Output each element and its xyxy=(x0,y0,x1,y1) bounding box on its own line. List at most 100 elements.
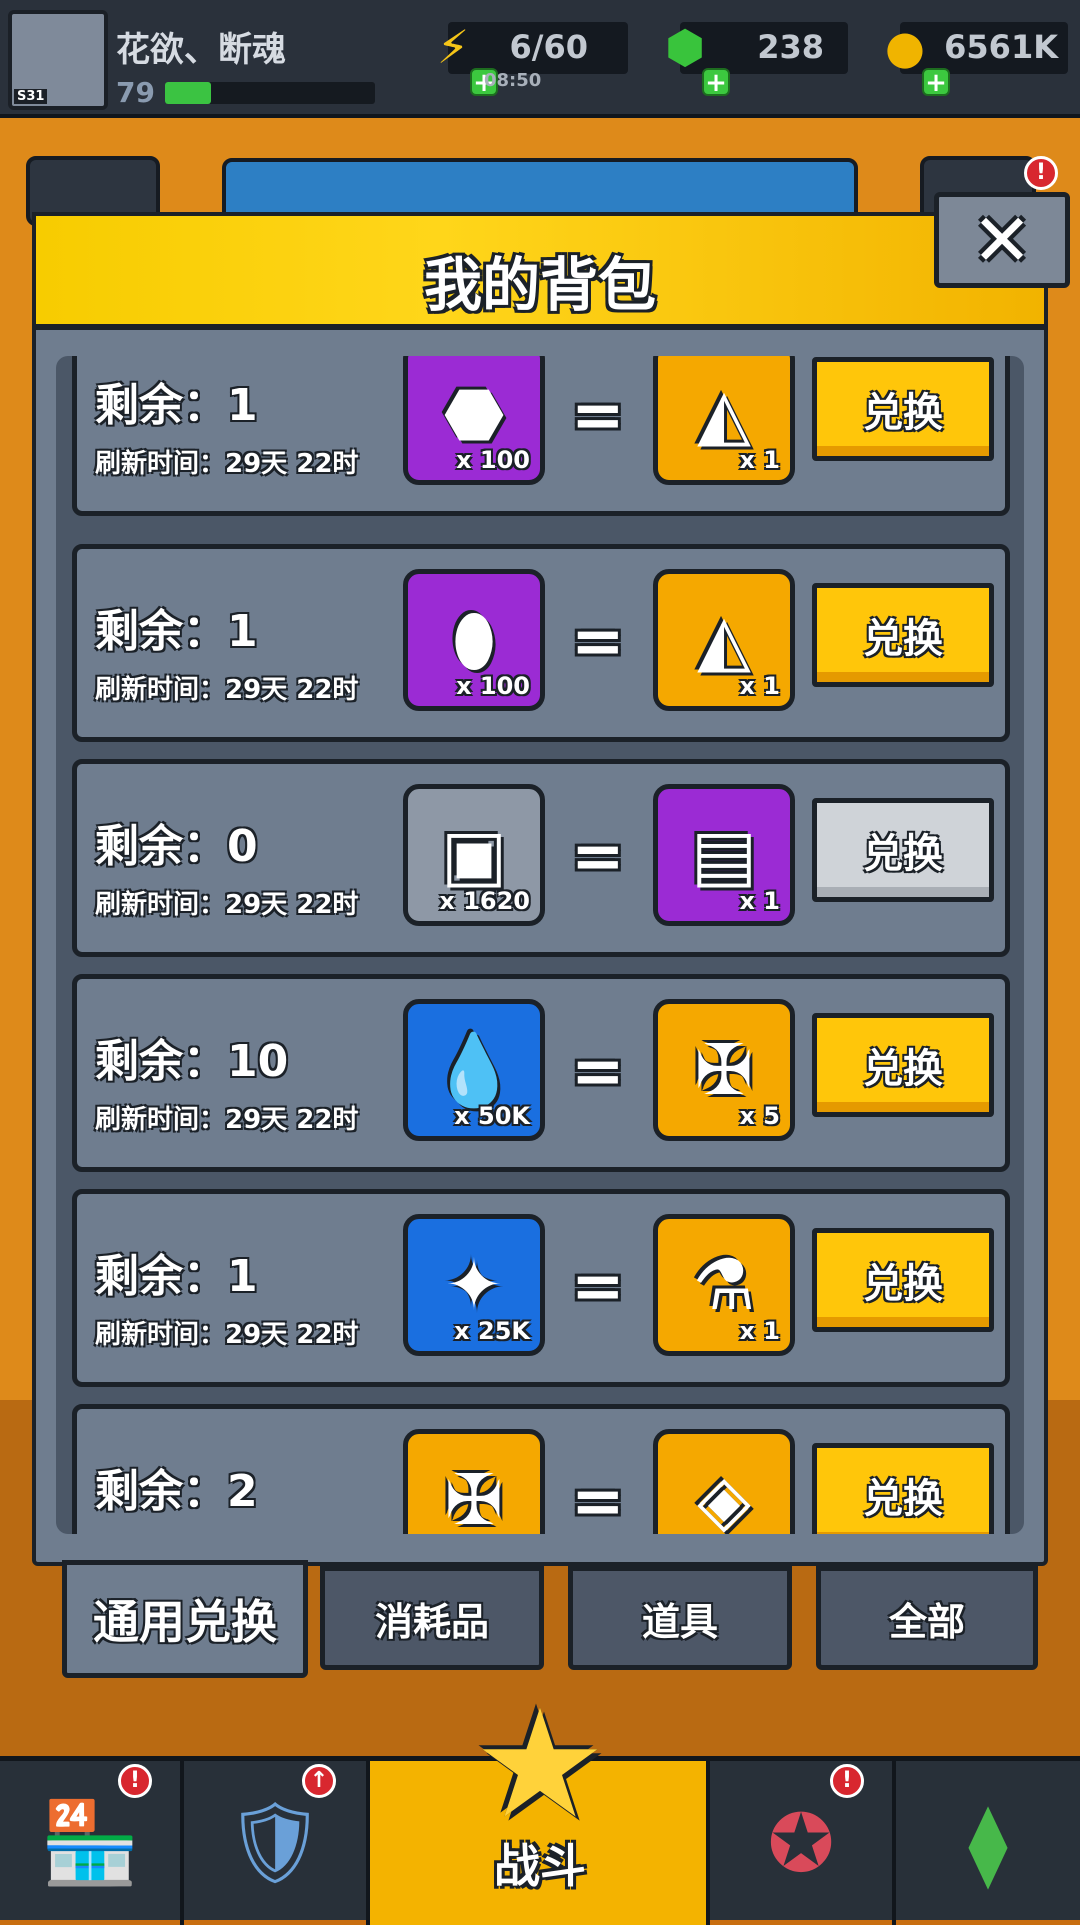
item-art: ▣ xyxy=(440,814,508,896)
purple-gem-capsule-icon[interactable]: ⬣ x 100 xyxy=(403,356,545,485)
tab-consumables[interactable]: 消耗品 xyxy=(320,1566,544,1670)
golden-drop-icon[interactable]: 💧 x 50K xyxy=(403,999,545,1141)
player-level: 79 xyxy=(116,76,155,109)
item-art: ✠ xyxy=(444,1459,504,1534)
refresh-time: 刷新时间：29天 22时 xyxy=(95,675,359,705)
add-gems-button[interactable]: + xyxy=(702,68,730,96)
cost-quantity: x 50K xyxy=(454,1102,530,1130)
item-art: ⬣ xyxy=(443,373,505,455)
remaining-count: 剩余：10 xyxy=(95,1036,289,1087)
equals-sign: = xyxy=(571,1465,625,1534)
notification-badge: ! xyxy=(1024,156,1058,190)
equals-sign: = xyxy=(571,605,625,679)
xp-bar xyxy=(165,82,375,104)
purple-s-chest-icon[interactable]: ▤ x 1 xyxy=(653,784,795,926)
refresh-time: 刷新时间：29天 22时 xyxy=(95,1320,359,1350)
avatar-tag: S31 xyxy=(14,89,48,104)
remaining-count: 剩余：1 xyxy=(95,1251,258,1302)
item-art: ⚗ xyxy=(692,1244,756,1326)
gem-counter: ⬢ + 238 xyxy=(665,20,848,96)
gem-value: 238 xyxy=(757,28,824,66)
equals-sign: = xyxy=(571,1035,625,1109)
reward-quantity: x 1 xyxy=(739,1317,780,1345)
red-prism-shard-icon[interactable]: ◭ x 1 xyxy=(653,356,795,485)
panel-header: 我的背包 xyxy=(32,212,1048,330)
refresh-time: 刷新时间：29天 22时 xyxy=(95,449,359,479)
exchange-button[interactable]: 兑换 xyxy=(812,1013,994,1117)
cost-quantity: x 25K xyxy=(454,1317,530,1345)
player-avatar[interactable]: S31 xyxy=(8,10,108,110)
exchange-row: 剩余：2 ✠ = ◈ 兑换 xyxy=(72,1404,1010,1534)
exchange-button[interactable]: 兑换 xyxy=(812,1443,994,1534)
refresh-time: 刷新时间：29天 22时 xyxy=(95,1105,359,1135)
energy-timer: 08:50 xyxy=(484,70,542,91)
close-button[interactable]: ✕ xyxy=(934,192,1070,288)
equals-sign: = xyxy=(571,820,625,894)
shop-badge: ! xyxy=(118,1764,152,1798)
potion-flask-icon[interactable]: ⚗ x 1 xyxy=(653,1214,795,1356)
exchange-row: 剩余：1 刷新时间：29天 22时 ⬮ x 100 = ◭ x 1 兑换 xyxy=(72,544,1010,742)
star-orb-icon: ✪ xyxy=(767,1796,835,1890)
shop-stall-icon: 🏪 xyxy=(40,1796,140,1889)
nav-shop[interactable]: 🏪 xyxy=(0,1761,184,1925)
item-art: ◭ xyxy=(697,599,751,681)
nav-talent[interactable]: ✪ xyxy=(710,1761,896,1925)
metal-cube-icon[interactable]: ▣ x 1620 xyxy=(403,784,545,926)
item-art: ◭ xyxy=(697,373,751,455)
exchange-button[interactable]: 兑换 xyxy=(812,583,994,687)
xp-bar-fill xyxy=(165,82,212,104)
battle-star-icon: ★ xyxy=(472,1678,608,1852)
item-art: ▤ xyxy=(690,814,758,896)
exchange-list[interactable]: 剩余：1 刷新时间：29天 22时 ⬣ x 100 = ◭ x 1 兑换 剩余：1 刷新时间：29… xyxy=(56,356,1024,1534)
equals-sign: = xyxy=(571,1250,625,1324)
exchange-row: 剩余：1 刷新时间：29天 22时 ✦ x 25K = ⚗ x 1 兑换 xyxy=(72,1189,1010,1387)
cost-quantity: x 1620 xyxy=(439,887,530,915)
reward-quantity: x 1 xyxy=(739,887,780,915)
item-art: ◈ xyxy=(697,1459,751,1534)
battle-label: 战斗 xyxy=(494,1839,586,1893)
remaining-count: 剩余：1 xyxy=(95,380,258,431)
equipment-upgrade-badge: ↑ xyxy=(302,1764,336,1798)
item-art: ✦ xyxy=(444,1244,504,1326)
item-art: 💧 xyxy=(430,1028,518,1111)
panel-title: 我的背包 xyxy=(423,251,656,319)
top-bar: S31 花欲、断魂 79 ⚡ + 6/60 08:50 ⬢ + 238 ● + … xyxy=(0,0,1080,118)
coin-counter: ● + 6561K xyxy=(885,20,1068,96)
reward-quantity: x 1 xyxy=(739,446,780,474)
exchange-button[interactable]: 兑换 xyxy=(812,357,994,461)
item-art: ✠ xyxy=(694,1029,754,1111)
s-puzzle-piece-icon[interactable]: ✠ x 5 xyxy=(653,999,795,1141)
reward-quantity: x 5 xyxy=(739,1102,780,1130)
remaining-count: 剩余：2 xyxy=(95,1466,258,1517)
tab-general-exchange[interactable]: 通用兑换 xyxy=(62,1560,308,1678)
cost-quantity: x 100 xyxy=(456,672,530,700)
exchange-row: 剩余：1 刷新时间：29天 22时 ⬣ x 100 = ◭ x 1 兑换 xyxy=(72,356,1010,516)
tab-all[interactable]: 全部 xyxy=(816,1566,1038,1670)
cost-quantity: x 100 xyxy=(456,446,530,474)
exchange-button[interactable]: 兑换 xyxy=(812,798,994,902)
talent-badge: ! xyxy=(830,1764,864,1798)
nav-equipment[interactable]: 🛡 xyxy=(184,1761,370,1925)
tab-items[interactable]: 道具 xyxy=(568,1566,792,1670)
nav-evolution[interactable]: ⧫ xyxy=(896,1761,1080,1925)
red-prism-shard-icon[interactable]: ◭ x 1 xyxy=(653,569,795,711)
s-puzzle-piece-icon[interactable]: ✠ xyxy=(403,1429,545,1534)
energy-canister-icon[interactable]: ⬮ x 100 xyxy=(403,569,545,711)
blue-puzzle-piece-icon[interactable]: ✦ x 25K xyxy=(403,1214,545,1356)
item-art: ⬮ xyxy=(452,598,496,681)
energy-counter: ⚡ + 6/60 08:50 xyxy=(437,20,628,96)
player-name: 花欲、断魂 xyxy=(116,30,286,70)
energy-value: 6/60 xyxy=(509,28,588,66)
add-coins-button[interactable]: + xyxy=(922,68,950,96)
exchange-row: 剩余：0 刷新时间：29天 22时 ▣ x 1620 = ▤ x 1 兑换 xyxy=(72,759,1010,957)
coin-value: 6561K xyxy=(944,28,1058,66)
crystal-core-icon[interactable]: ◈ xyxy=(653,1429,795,1534)
remaining-count: 剩余：0 xyxy=(95,821,258,872)
dna-canister-icon: ⧫ xyxy=(968,1796,1008,1890)
remaining-count: 剩余：1 xyxy=(95,606,258,657)
equals-sign: = xyxy=(571,379,625,453)
exchange-button[interactable]: 兑换 xyxy=(812,1228,994,1332)
shield-armor-icon: 🛡 xyxy=(224,1796,326,1889)
refresh-time: 刷新时间：29天 22时 xyxy=(95,890,359,920)
exchange-row: 剩余：10 刷新时间：29天 22时 💧 x 50K = ✠ x 5 兑换 xyxy=(72,974,1010,1172)
